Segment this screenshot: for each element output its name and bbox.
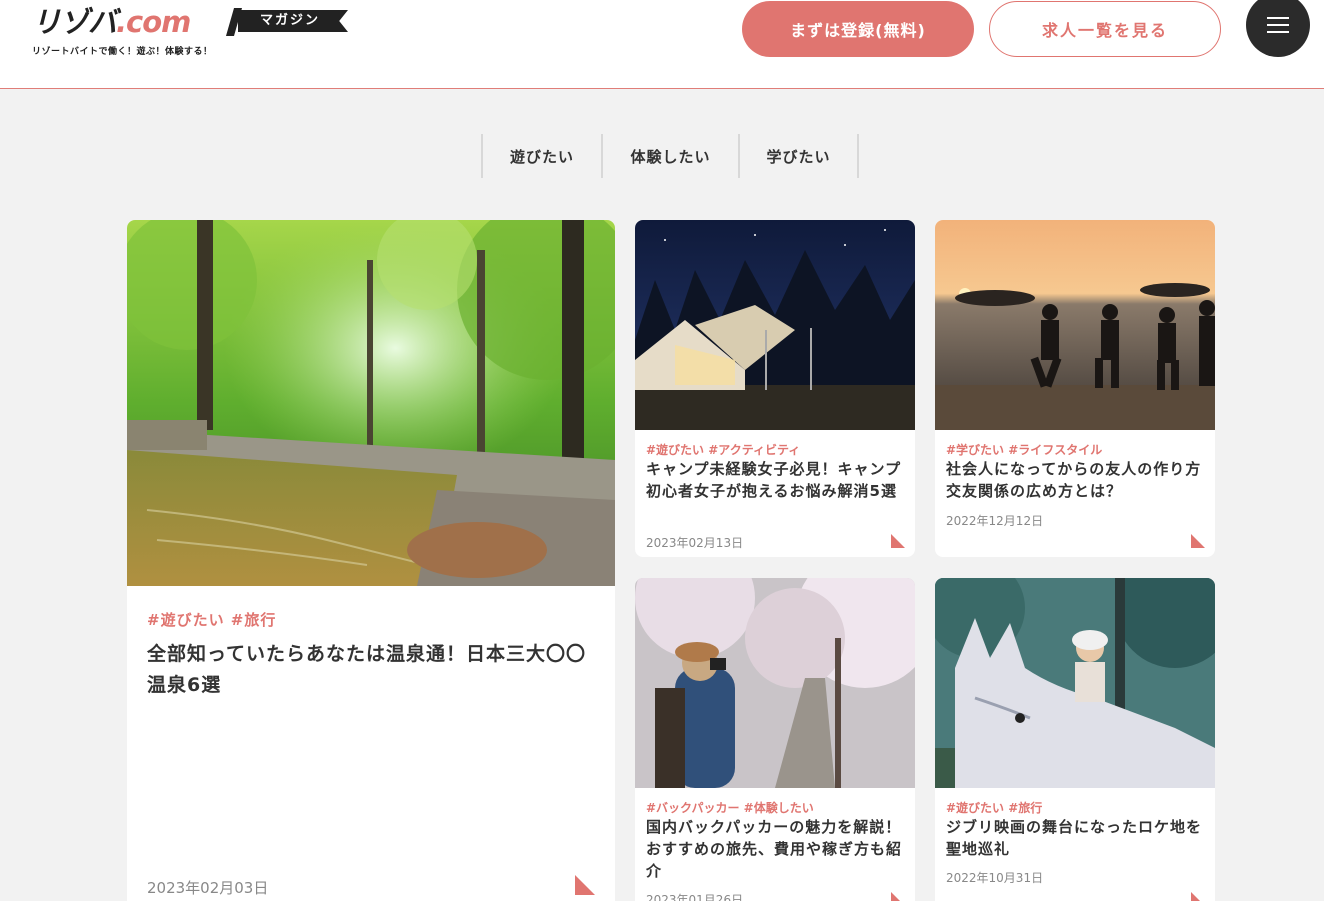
article-card-ghibli[interactable]: #遊びたい #旅行 ジブリ映画の舞台になったロケ地を聖地巡礼 2022年10月3… — [935, 578, 1215, 901]
article-tags[interactable]: #遊びたい #旅行 — [946, 799, 1042, 816]
article-card-backpacker[interactable]: #バックパッカー #体験したい 国内バックパッカーの魅力を解説！おすすめの旅先、… — [635, 578, 915, 901]
category-tab-play[interactable]: 遊びたい — [481, 134, 601, 178]
article-title[interactable]: ジブリ映画の舞台になったロケ地を聖地巡礼 — [946, 816, 1208, 860]
article-thumbnail — [935, 578, 1215, 788]
article-card-onsen[interactable]: #遊びたい #旅行 全部知っていたらあなたは温泉通！日本三大〇〇温泉6選 202… — [127, 220, 615, 901]
article-date: 2023年02月13日 — [646, 536, 744, 550]
article-title[interactable]: キャンプ未経験女子必見！キャンプ初心者女子が抱えるお悩み解消5選 — [646, 458, 908, 502]
article-tags[interactable]: #遊びたい #アクティビティ — [646, 441, 800, 458]
article-thumbnail — [635, 578, 915, 788]
article-title[interactable]: 国内バックパッカーの魅力を解説！おすすめの旅先、費用や稼ぎ方も紹介 — [646, 816, 908, 882]
article-date: 2023年02月03日 — [147, 879, 269, 897]
article-title[interactable]: 全部知っていたらあなたは温泉通！日本三大〇〇温泉6選 — [147, 639, 597, 701]
site-header: リゾバ.com マガジン リゾートバイトで働く！遊ぶ！体験する！ まずは登録(無… — [0, 0, 1324, 89]
logo-wordmark: リゾバ.com — [32, 5, 191, 39]
corner-arrow-icon — [575, 875, 595, 895]
category-nav: 遊びたい 体験したい 学びたい — [481, 134, 859, 178]
article-thumbnail — [127, 220, 615, 586]
corner-arrow-icon — [891, 534, 905, 548]
menu-icon-bar — [1267, 24, 1289, 26]
menu-icon-bar — [1267, 31, 1289, 33]
article-card-friends[interactable]: #学びたい #ライフスタイル 社会人になってからの友人の作り方 交友関係の広め方… — [935, 220, 1215, 557]
category-tab-learn[interactable]: 学びたい — [738, 134, 859, 178]
corner-arrow-icon — [1191, 892, 1205, 901]
article-tags[interactable]: #バックパッカー #体験したい — [646, 799, 814, 816]
article-date: 2022年10月31日 — [946, 871, 1044, 885]
job-list-button[interactable]: 求人一覧を見る — [989, 1, 1221, 57]
category-tab-experience[interactable]: 体験したい — [601, 134, 738, 178]
site-logo[interactable]: リゾバ.com マガジン リゾートバイトで働く！遊ぶ！体験する！ — [32, 6, 362, 62]
article-tags[interactable]: #学びたい #ライフスタイル — [946, 441, 1102, 458]
article-thumbnail — [635, 220, 915, 430]
register-button[interactable]: まずは登録(無料) — [742, 1, 974, 57]
menu-icon-bar — [1267, 17, 1289, 19]
corner-arrow-icon — [1191, 534, 1205, 548]
article-date: 2022年12月12日 — [946, 514, 1044, 528]
article-thumbnail — [935, 220, 1215, 430]
article-tags[interactable]: #遊びたい #旅行 — [147, 609, 276, 630]
logo-tagline: リゾートバイトで働く！遊ぶ！体験する！ — [32, 47, 213, 57]
corner-arrow-icon — [891, 892, 905, 901]
logo-badge: マガジン — [238, 10, 348, 32]
article-title[interactable]: 社会人になってからの友人の作り方 交友関係の広め方とは？ — [946, 458, 1215, 502]
article-date: 2023年01月26日 — [646, 893, 744, 901]
article-card-camping[interactable]: #遊びたい #アクティビティ キャンプ未経験女子必見！キャンプ初心者女子が抱える… — [635, 220, 915, 557]
hamburger-menu-button[interactable] — [1246, 0, 1310, 57]
